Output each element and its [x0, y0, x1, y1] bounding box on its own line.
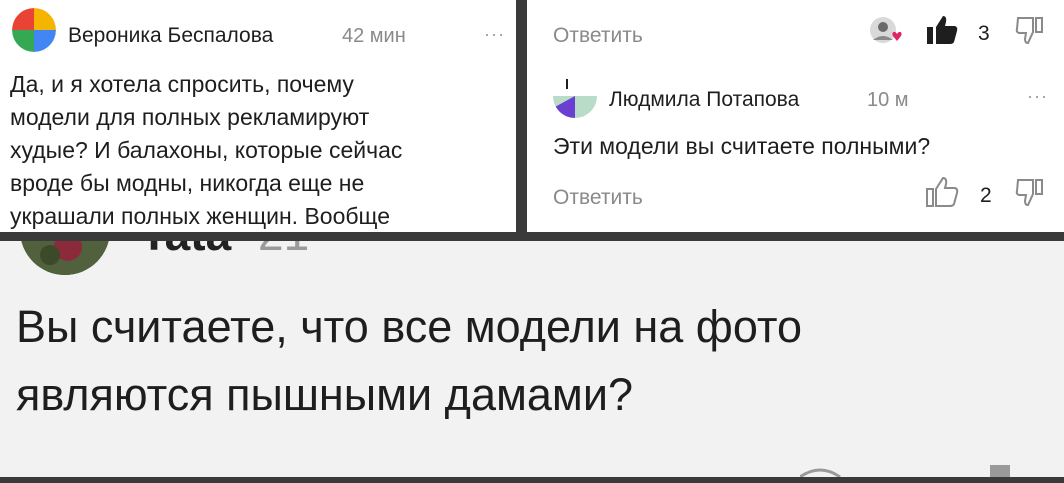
author-name[interactable]: Вероника Беспалова: [68, 24, 273, 48]
more-menu-icon[interactable]: ···: [1027, 86, 1048, 107]
dislike-icon[interactable]: [1015, 14, 1045, 46]
author-name[interactable]: Tata: [140, 241, 231, 261]
reaction-avatar-svg: [870, 17, 902, 43]
more-menu-icon[interactable]: ···: [484, 24, 505, 45]
reaction-bar-partial-icon: [799, 463, 1030, 477]
avatar-icon: [20, 241, 110, 275]
comment-time: 21: [258, 241, 309, 261]
thumb-down-svg: [1015, 17, 1043, 45]
comment-thread-right: Ответить 3 Людмила Потапова 10 м ··· Эти: [527, 0, 1064, 232]
comment-line: модели для полных рекламируют: [10, 104, 370, 130]
avatar[interactable]: [12, 8, 56, 52]
reaction-avatar-icon[interactable]: [867, 14, 907, 48]
comment-line: украшали полных женщин. Вообще: [10, 203, 391, 229]
reply-button[interactable]: Ответить: [553, 24, 643, 48]
comment-text: Эти модели вы считаете полными?: [553, 133, 931, 159]
author-name[interactable]: Людмила Потапова: [609, 88, 799, 112]
thumb-down-svg: [1015, 179, 1043, 207]
comment-line: Вы считаете, что все модели на фото: [16, 301, 802, 352]
avatar[interactable]: [553, 74, 597, 118]
comment-text: Да, и я хотела спросить, почему модели д…: [10, 68, 402, 232]
comment-line: вроде бы модны, никогда еще не: [10, 170, 365, 196]
comment-time: 10 м: [867, 89, 909, 111]
comment-line: являются пышными дамами?: [16, 369, 634, 420]
comment-line: худые? И балахоны, которые сейчас: [10, 137, 403, 163]
like-count: 2: [980, 184, 992, 207]
cut-icons-svg: [799, 465, 1010, 477]
thumb-up-outline-svg: [926, 176, 959, 207]
avatar-icon: [553, 74, 597, 118]
comment-text: Вы считаете, что все модели на фото явля…: [16, 293, 802, 429]
reply-button[interactable]: Ответить: [553, 186, 643, 210]
like-icon[interactable]: [925, 176, 959, 208]
dislike-icon[interactable]: [1015, 176, 1045, 208]
like-count: 3: [978, 22, 990, 45]
avatar[interactable]: [20, 241, 110, 275]
thumb-up-filled-svg: [927, 16, 958, 44]
comment-time: 42 мин: [342, 25, 406, 47]
avatar-icon: [12, 8, 56, 52]
comment-tata-zoomed: Tata 21 Вы считаете, что все модели на ф…: [0, 241, 1064, 477]
comment-veronika: Вероника Беспалова 42 мин ··· Да, и я хо…: [0, 0, 516, 232]
like-filled-icon[interactable]: [925, 14, 959, 46]
comment-line: Да, и я хотела спросить, почему: [10, 71, 354, 97]
